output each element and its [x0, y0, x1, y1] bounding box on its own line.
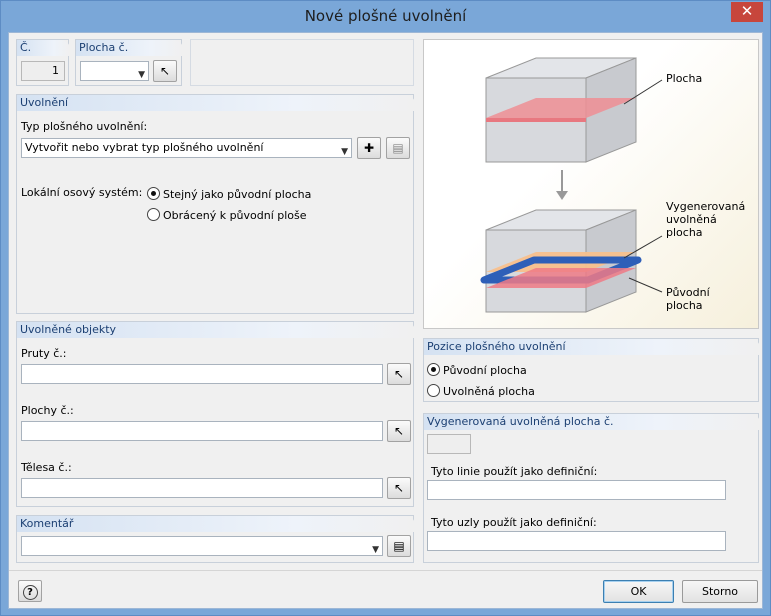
position-group: Pozice plošného uvolnění Původní plocha …	[423, 338, 760, 402]
surface-combo[interactable]: ▼	[80, 61, 149, 81]
number-group: Č. 1	[16, 39, 70, 86]
position-original-radio[interactable]: Původní plocha	[427, 363, 527, 378]
close-button[interactable]: ✕	[731, 2, 763, 22]
new-release-type-button[interactable]: ✚	[357, 137, 381, 159]
comment-header: Komentář	[17, 516, 415, 532]
ok-button[interactable]: OK	[603, 580, 674, 603]
dialog-window: Nové plošné uvolnění ✕ Č. 1 Plocha č. ▼ …	[0, 0, 771, 616]
help-button[interactable]: ?	[18, 580, 42, 602]
surface-group: Plocha č. ▼ ↖	[75, 39, 183, 86]
radio-selected-icon	[147, 187, 160, 200]
axis-reversed-label: Obrácený k původní ploše	[163, 209, 307, 222]
released-objects-group: Uvolněné objekty Pruty č.: ↖ Plochy č.: …	[16, 321, 415, 507]
axis-system-label: Lokální osový systém:	[21, 186, 143, 199]
solids-label: Tělesa č.:	[21, 461, 72, 474]
edit-icon: ▤	[392, 141, 404, 155]
generated-caption: Vygenerovaná uvolněná plocha	[666, 200, 745, 239]
title-bar[interactable]: Nové plošné uvolnění ✕	[1, 1, 770, 32]
pick-members-button[interactable]: ↖	[387, 363, 411, 385]
separator	[9, 570, 762, 571]
position-header: Pozice plošného uvolnění	[424, 339, 760, 355]
objects-header: Uvolněné objekty	[17, 322, 415, 338]
surface-caption: Plocha	[666, 72, 702, 85]
release-illustration: Plocha Vygenerovaná uvolněná plocha Původn…	[423, 39, 759, 329]
library-icon: ▤	[393, 539, 405, 553]
surfaces-label: Plochy č.:	[21, 404, 74, 417]
position-original-label: Původní plocha	[443, 364, 527, 377]
chevron-down-icon: ▼	[372, 545, 379, 555]
radio-icon	[427, 384, 440, 397]
nodes-input[interactable]	[427, 531, 726, 551]
arrow-head-icon	[556, 191, 568, 200]
comment-group: Komentář ▼ ▤	[16, 515, 415, 563]
surface-label: Plocha č.	[76, 40, 183, 56]
empty-panel	[190, 39, 414, 86]
lines-label: Tyto linie použít jako definiční:	[431, 465, 598, 478]
layers-diagram: Plocha Vygenerovaná uvolněná plocha Původn…	[480, 57, 745, 313]
generated-header: Vygenerovaná uvolněná plocha č.	[424, 414, 760, 430]
members-input[interactable]	[21, 364, 383, 384]
position-released-label: Uvolněná plocha	[443, 385, 535, 398]
release-type-combo[interactable]: Vytvořit nebo vybrat typ plošného uvolně…	[21, 138, 352, 158]
number-label: Č.	[17, 40, 70, 56]
release-type-value: Vytvořit nebo vybrat typ plošného uvolně…	[25, 141, 264, 154]
pick-solids-button[interactable]: ↖	[387, 477, 411, 499]
solids-input[interactable]	[21, 478, 383, 498]
original-caption: Původní plocha	[666, 286, 711, 312]
axis-same-radio[interactable]: Stejný jako původní plocha	[147, 187, 311, 202]
pick-cursor-icon: ↖	[393, 367, 405, 381]
dialog-client: Č. 1 Plocha č. ▼ ↖ Uvolnění Typ plošného…	[8, 32, 763, 609]
pick-cursor-icon: ↖	[159, 64, 171, 78]
pick-surface-button[interactable]: ↖	[153, 60, 177, 82]
pick-cursor-icon: ↖	[393, 424, 405, 438]
radio-selected-icon	[427, 363, 440, 376]
axis-reversed-radio[interactable]: Obrácený k původní ploše	[147, 208, 307, 223]
help-icon: ?	[22, 585, 38, 600]
comment-library-button[interactable]: ▤	[387, 535, 411, 557]
chevron-down-icon: ▼	[341, 147, 348, 157]
lines-input[interactable]	[427, 480, 726, 500]
window-title: Nové plošné uvolnění	[304, 7, 467, 25]
pick-cursor-icon: ↖	[393, 481, 405, 495]
surfaces-input[interactable]	[21, 421, 383, 441]
members-label: Pruty č.:	[21, 347, 67, 360]
generated-surface-group: Vygenerovaná uvolněná plocha č. Tyto lin…	[423, 413, 760, 563]
number-field: 1	[21, 61, 65, 81]
generated-number-field	[427, 434, 471, 454]
cancel-button[interactable]: Storno	[682, 580, 758, 603]
edit-release-type-button[interactable]: ▤	[386, 137, 410, 159]
chevron-down-icon: ▼	[138, 70, 145, 80]
comment-combo[interactable]: ▼	[21, 536, 383, 556]
radio-icon	[147, 208, 160, 221]
pick-surfaces-button[interactable]: ↖	[387, 420, 411, 442]
new-item-icon: ✚	[363, 141, 375, 155]
nodes-label: Tyto uzly použít jako definiční:	[431, 516, 597, 529]
axis-same-label: Stejný jako původní plocha	[163, 188, 312, 201]
surface-plane-edge	[486, 118, 586, 122]
position-released-radio[interactable]: Uvolněná plocha	[427, 384, 535, 399]
release-type-label: Typ plošného uvolnění:	[21, 120, 148, 133]
release-header: Uvolnění	[17, 95, 415, 111]
release-group: Uvolnění Typ plošného uvolnění: Vytvořit…	[16, 94, 415, 314]
